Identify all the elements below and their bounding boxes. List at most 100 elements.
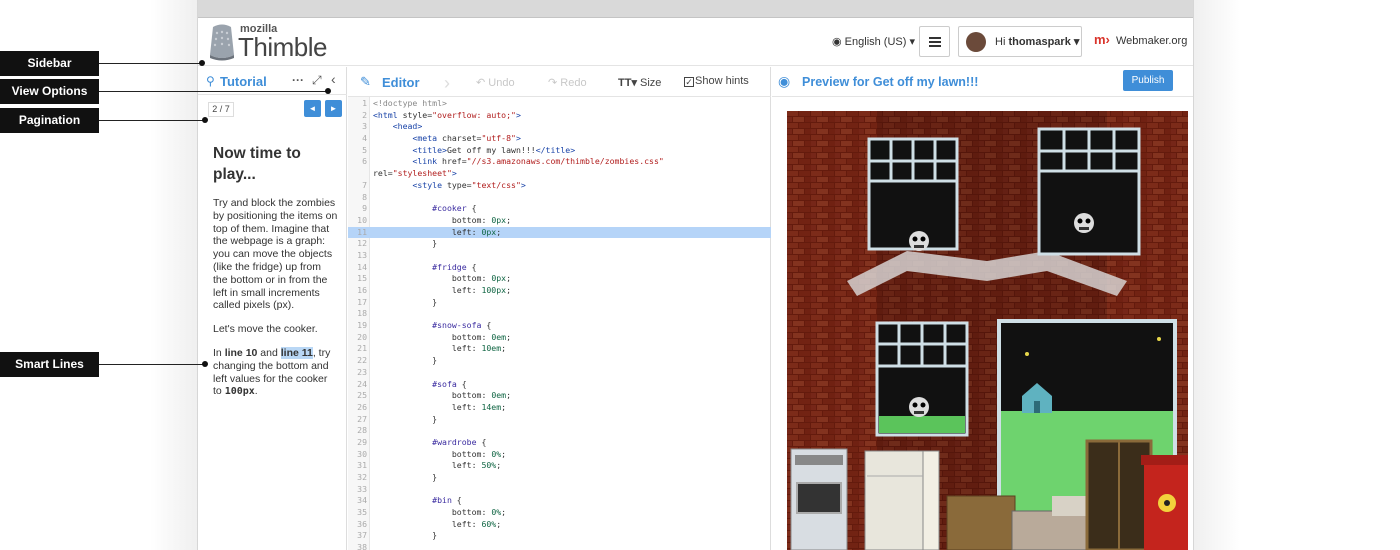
code-line[interactable]: 25 bottom: 0em; [348,390,771,402]
code-line[interactable]: 30 bottom: 0%; [348,449,771,461]
line-number: 28 [357,425,367,436]
webmaker-link[interactable]: Webmaker.org [1116,35,1187,47]
logo-thimble-text[interactable]: Thimble [238,32,327,63]
code-line[interactable]: 23 [348,367,771,379]
code-text[interactable]: <title>Get off my lawn!!!</title> [373,145,575,157]
code-line[interactable]: 20 bottom: 0em; [348,332,771,344]
code-line[interactable]: 10 bottom: 0px; [348,215,771,227]
code-text[interactable]: } [373,297,437,309]
menu-button[interactable] [919,26,950,57]
code-text[interactable]: bottom: 0em; [373,390,511,402]
code-line[interactable]: 36 left: 60%; [348,519,771,531]
expand-icon[interactable]: ⤢ [312,73,322,88]
code-text[interactable]: } [373,530,437,542]
code-line[interactable]: 21 left: 10em; [348,343,771,355]
language-selector[interactable]: ◉ English (US) ▾ [832,35,915,48]
code-text[interactable]: bottom: 0em; [373,332,511,344]
code-line[interactable]: 11 left: 0px; [348,226,771,239]
code-text[interactable]: rel="stylesheet"> [373,168,457,180]
tutorial-tab[interactable]: Tutorial [220,74,267,89]
code-line[interactable]: 5 <title>Get off my lawn!!!</title> [348,145,771,157]
code-text[interactable]: bottom: 0px; [373,215,511,227]
code-line[interactable]: 35 bottom: 0%; [348,507,771,519]
code-line[interactable]: 26 left: 14em; [348,402,771,414]
code-text[interactable]: left: 100px; [373,285,511,297]
code-line[interactable]: 19 #snow-sofa { [348,320,771,332]
code-line[interactable]: 27 } [348,414,771,426]
collapse-sidebar-icon[interactable]: ‹ [331,71,336,87]
editor-tab[interactable]: Editor [382,75,420,90]
code-line[interactable]: 29 #wardrobe { [348,437,771,449]
code-text[interactable]: left: 10em; [373,343,506,355]
undo-icon: ↶ [476,77,489,89]
line-number: 35 [357,507,367,518]
code-text[interactable]: bottom: 0%; [373,507,506,519]
publish-button[interactable]: Publish [1123,70,1173,91]
code-editor[interactable]: 1 <!doctype html> 2 <html style="overflow: … [348,98,771,550]
code-line[interactable]: 32 } [348,472,771,484]
show-hints-toggle[interactable]: ✓ Show hints [684,75,749,87]
code-text[interactable]: left: 50%; [373,460,501,472]
code-text[interactable]: <meta charset="utf-8"> [373,133,520,145]
redo-button[interactable]: ↷ Redo [548,76,587,89]
code-text[interactable]: <style type="text/css"> [373,180,525,192]
code-line[interactable]: 38 [348,542,771,550]
smart-line-link-10[interactable]: line 10 [225,347,258,359]
code-text[interactable]: bottom: 0%; [373,449,506,461]
code-line[interactable]: 4 <meta charset="utf-8"> [348,133,771,145]
code-text[interactable]: left: 60%; [373,519,501,531]
user-menu-button[interactable]: Hi thomaspark ▾ [958,26,1082,57]
code-line[interactable]: 34 #bin { [348,495,771,507]
smart-line-link-11[interactable]: line 11 [280,346,313,359]
code-line[interactable]: 24 #sofa { [348,379,771,391]
code-text[interactable]: #fridge { [373,262,476,274]
code-line[interactable]: 37 } [348,530,771,542]
code-line[interactable]: 2 <html style="overflow: auto;"> [348,110,771,122]
code-text[interactable]: #bin { [373,495,462,507]
code-line[interactable]: 6 <link href="//s3.amazonaws.com/thimble… [348,156,771,168]
code-line[interactable]: rel="stylesheet"> [348,168,771,180]
code-line[interactable]: 15 bottom: 0px; [348,273,771,285]
code-line[interactable]: 8 [348,192,771,204]
code-line[interactable]: 13 [348,250,771,262]
code-text[interactable]: <head> [373,121,423,133]
code-text[interactable]: } [373,472,437,484]
more-options-icon[interactable]: ··· [292,73,304,87]
code-line[interactable]: 3 <head> [348,121,771,133]
thimble-logo-icon[interactable] [206,23,238,61]
code-text[interactable]: #cooker { [373,203,476,215]
code-line[interactable]: 16 left: 100px; [348,285,771,297]
code-line[interactable]: 33 [348,484,771,496]
code-text[interactable]: left: 14em; [373,402,506,414]
code-line[interactable]: 28 [348,425,771,437]
preview-frame[interactable] [787,111,1188,550]
font-size-button[interactable]: TT▾ Size [618,76,661,89]
code-text[interactable]: #snow-sofa { [373,320,491,332]
code-text[interactable]: <!doctype html> [373,98,447,110]
code-text[interactable]: left: 0px; [373,227,501,239]
checkbox-icon[interactable]: ✓ [684,77,694,87]
code-line[interactable]: 31 left: 50%; [348,460,771,472]
code-line[interactable]: 7 <style type="text/css"> [348,180,771,192]
code-line[interactable]: 1 <!doctype html> [348,98,771,110]
code-text[interactable]: <link href="//s3.amazonaws.com/thimble/z… [373,156,663,168]
prev-page-button[interactable]: ◄ [304,100,321,117]
code-line[interactable]: 14 #fridge { [348,262,771,274]
code-text[interactable]: } [373,238,437,250]
code-line[interactable]: 9 #cooker { [348,203,771,215]
webmaker-logo-icon[interactable]: m› [1094,32,1110,47]
code-text[interactable]: #sofa { [373,379,467,391]
code-line[interactable]: 17 } [348,297,771,309]
code-text[interactable]: bottom: 0px; [373,273,511,285]
code-text[interactable]: } [373,355,437,367]
bin-object [1141,455,1188,550]
code-text[interactable]: <html style="overflow: auto;"> [373,110,521,122]
code-line[interactable]: 18 [348,308,771,320]
line-number: 7 [362,179,367,190]
code-text[interactable]: #wardrobe { [373,437,486,449]
code-text[interactable]: } [373,414,437,426]
code-line[interactable]: 12 } [348,238,771,250]
code-line[interactable]: 22 } [348,355,771,367]
undo-button[interactable]: ↶ Undo [476,76,515,89]
next-page-button[interactable]: ► [325,100,342,117]
